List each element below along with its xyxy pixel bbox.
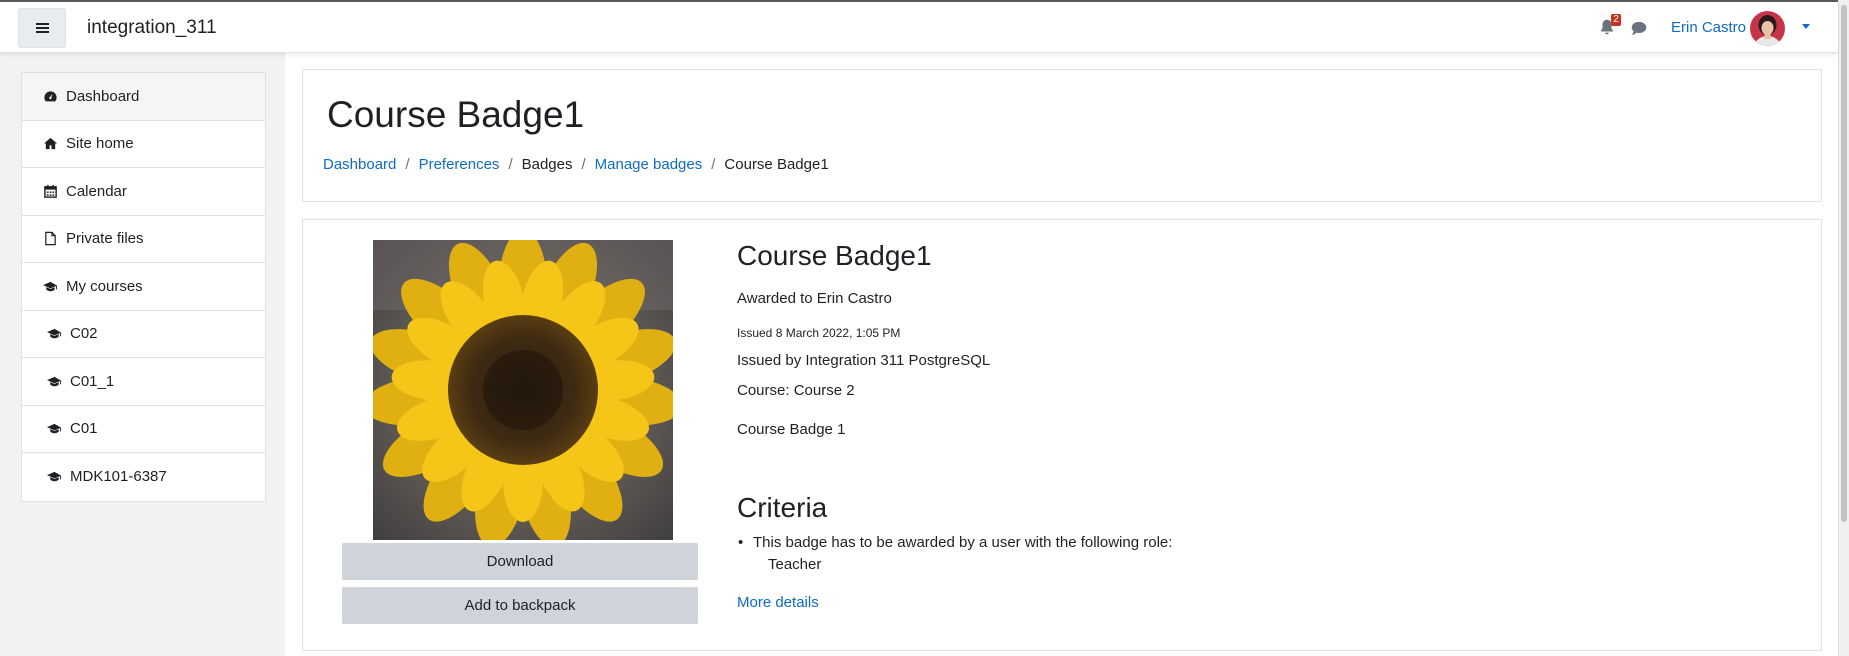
top-navbar: integration_311 2 Erin Castro [0,0,1838,53]
add-to-backpack-button[interactable]: Add to backpack [342,587,698,624]
badge-title: Course Badge1 [737,240,932,271]
sidebar-item-label: C01 [70,420,98,438]
page-header: Course Badge1 Dashboard / Preferences / … [302,69,1822,202]
sidebar-item-label: Site home [66,135,134,153]
sidebar-item-mdk101-6387[interactable]: MDK101-6387 [22,453,265,501]
graduation-cap-icon [42,278,58,294]
breadcrumb-separator: / [405,156,410,173]
sidebar-item-calendar[interactable]: Calendar [22,168,265,216]
sidebar-item-c02[interactable]: C02 [22,311,265,358]
breadcrumb-manage-badges[interactable]: Manage badges [595,156,703,173]
scrollbar-thumb[interactable] [1841,5,1847,522]
sidebar-item-c01[interactable]: C01 [22,406,265,453]
sidebar-item-label: C02 [70,325,98,343]
nav-drawer-list: Dashboard Site home Calendar Private fil… [21,72,266,502]
chevron-down-icon[interactable] [1802,24,1810,29]
breadcrumb-separator: / [711,156,716,173]
more-details-link[interactable]: More details [737,594,819,611]
home-icon [42,136,58,152]
criteria-text: This badge has to be awarded by a user w… [753,534,1173,551]
sidebar-item-dashboard[interactable]: Dashboard [22,73,265,121]
sidebar-item-label: Private files [66,230,144,248]
message-icon[interactable] [1630,19,1648,37]
avatar[interactable] [1750,11,1785,46]
graduation-cap-icon [46,373,62,389]
menu-toggle-button[interactable] [18,8,66,48]
badge-description: Course Badge 1 [737,421,846,438]
sidebar-item-label: My courses [66,277,143,295]
dashboard-icon [42,88,58,104]
issued-by-text: Issued by Integration 311 PostgreSQL [737,352,991,369]
graduation-cap-icon [46,469,62,485]
issued-date-text: Issued 8 March 2022, 1:05 PM [737,326,901,340]
graduation-cap-icon [46,421,62,437]
notification-count-badge: 2 [1611,14,1621,26]
page-title: Course Badge1 [327,94,585,135]
sidebar-item-label: Calendar [66,182,127,200]
breadcrumb-badges: Badges [521,156,573,173]
calendar-icon [42,183,58,199]
sidebar-item-label: C01_1 [70,372,115,390]
sidebar-item-private-files[interactable]: Private files [22,216,265,263]
graduation-cap-icon [46,326,62,342]
criteria-role: Teacher [768,556,822,573]
breadcrumb-separator: / [581,156,586,173]
badge-image [373,240,673,540]
awarded-to-text: Awarded to Erin Castro [737,290,892,307]
criteria-item: • This badge has to be awarded by a user… [738,534,1173,573]
download-button[interactable]: Download [342,543,698,580]
bullet-icon: • [738,534,744,551]
sidebar-item-c01-1[interactable]: C01_1 [22,358,265,406]
sidebar-item-label: MDK101-6387 [70,468,167,486]
breadcrumb-dashboard[interactable]: Dashboard [323,156,396,173]
sidebar-item-label: Dashboard [66,87,140,105]
breadcrumb-separator: / [508,156,513,173]
criteria-heading: Criteria [737,492,828,523]
sidebar-item-my-courses[interactable]: My courses [22,263,265,311]
hamburger-icon [35,23,49,33]
sidebar-item-site-home[interactable]: Site home [22,121,265,168]
site-name[interactable]: integration_311 [87,17,217,39]
file-icon [42,231,58,247]
user-menu-name[interactable]: Erin Castro [1671,19,1746,36]
breadcrumb-preferences[interactable]: Preferences [419,156,500,173]
course-text: Course: Course 2 [737,382,855,399]
badge-content: Download Add to backpack Course Badge1 A… [302,219,1822,651]
breadcrumb-current: Course Badge1 [724,156,829,173]
breadcrumb: Dashboard / Preferences / Badges / Manag… [323,156,829,173]
